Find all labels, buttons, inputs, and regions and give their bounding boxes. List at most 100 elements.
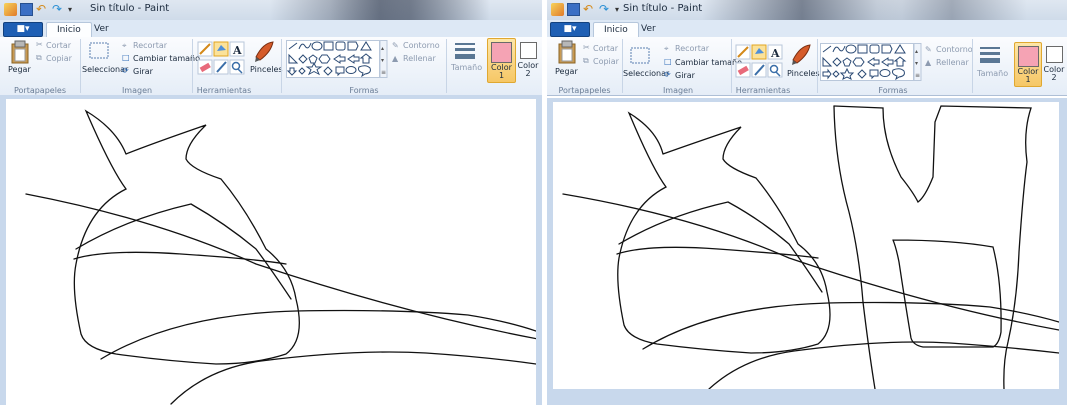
rotate-icon[interactable]: ⟳ [122, 66, 129, 75]
paste-button[interactable]: Pegar [555, 67, 578, 76]
window-title: Sin título - Paint [90, 3, 170, 14]
outline-button[interactable]: Contorno [403, 41, 440, 50]
paste-icon[interactable] [557, 40, 577, 64]
paste-icon[interactable] [10, 40, 30, 64]
color2-swatch [519, 42, 537, 59]
color2-button[interactable]: Color 2 [517, 38, 539, 81]
copy-icon[interactable]: ⧉ [36, 53, 42, 63]
svg-text:≡: ≡ [915, 72, 920, 79]
copy-icon[interactable]: ⧉ [583, 56, 589, 66]
shapes-gallery[interactable]: ▴ ▾ ≡ [286, 40, 388, 78]
color2-button[interactable]: Color 2 [1043, 42, 1065, 85]
group-separator [80, 39, 81, 93]
svg-text:≡: ≡ [381, 69, 386, 76]
tools-grid: A [735, 44, 783, 78]
outline-button[interactable]: Contorno [936, 45, 973, 54]
size-icon[interactable] [454, 41, 476, 61]
rotate-button[interactable]: Girar [675, 71, 695, 80]
canvas-drawing [562, 105, 1059, 389]
size-icon[interactable] [979, 45, 1001, 65]
rotate-button[interactable]: Girar [133, 67, 153, 76]
color2-label: Color 2 [1043, 65, 1065, 82]
group-separator [817, 39, 818, 93]
size-button[interactable]: Tamaño [451, 63, 482, 72]
fill-shape-icon[interactable]: ▲ [925, 58, 931, 67]
group-separator [192, 39, 193, 93]
paste-button[interactable]: Pegar [8, 65, 31, 74]
paint-window-right: ↶ ↷ ▾ Sin título - Paint ■▾ Inicio Ver P… [547, 0, 1067, 405]
brush-icon[interactable] [253, 39, 277, 63]
app-menu-icon[interactable] [551, 3, 564, 16]
svg-text:A: A [770, 47, 780, 60]
paint-window-left: ↶ ↷ ▾ Sin título - Paint ■▾ Inicio Ver P… [0, 0, 542, 405]
cut-button[interactable]: Cortar [46, 41, 71, 50]
select-icon[interactable] [88, 40, 110, 62]
outline-icon[interactable]: ✎ [392, 41, 399, 50]
outline-icon[interactable]: ✎ [925, 45, 932, 54]
fill-shape-button[interactable]: Rellenar [403, 54, 436, 63]
brush-icon[interactable] [790, 42, 814, 66]
title-bar: ↶ ↷ ▾ Sin título - Paint [0, 0, 542, 20]
fill-shape-icon[interactable]: ▲ [392, 54, 398, 63]
canvas-drawing [25, 109, 536, 405]
group-label-imagen: Imagen [121, 86, 153, 95]
ribbon-tabs: ■▾ Inicio Ver [0, 20, 542, 38]
svg-text:▾: ▾ [915, 60, 918, 67]
save-icon[interactable] [567, 3, 580, 16]
resize-icon[interactable]: □ [122, 53, 130, 62]
brushes-button[interactable]: Pinceles [250, 65, 283, 74]
rotate-icon[interactable]: ⟳ [664, 70, 671, 79]
group-separator [972, 39, 973, 93]
redo-icon[interactable]: ↷ [599, 3, 612, 16]
undo-icon[interactable]: ↶ [583, 3, 596, 16]
customize-qa-icon[interactable]: ▾ [68, 3, 81, 16]
size-button[interactable]: Tamaño [977, 69, 1008, 78]
brushes-button[interactable]: Pinceles [787, 69, 820, 78]
redo-icon[interactable]: ↷ [52, 3, 65, 16]
group-separator [281, 39, 282, 93]
resize-icon[interactable]: □ [664, 57, 672, 66]
cut-button[interactable]: Cortar [593, 44, 618, 53]
tab-ver[interactable]: Ver [84, 22, 119, 37]
group-label-formas: Formas [349, 86, 379, 95]
crop-button[interactable]: Recortar [675, 44, 709, 53]
group-label-portapapeles: Portapapeles [558, 86, 611, 95]
color2-swatch [1045, 46, 1063, 63]
fill-shape-button[interactable]: Rellenar [936, 58, 969, 67]
color1-swatch [1017, 46, 1039, 67]
shapes-gallery[interactable]: ▴ ▾ ≡ [820, 43, 922, 81]
canvas-area [0, 95, 542, 405]
select-button[interactable]: Seleccionar [623, 69, 669, 78]
color1-swatch [491, 42, 512, 63]
cut-icon[interactable]: ✂ [583, 43, 590, 52]
canvas-area [547, 98, 1067, 405]
resize-button[interactable]: Cambiar tamaño [133, 54, 200, 63]
group-label-portapapeles: Portapapeles [13, 86, 67, 95]
file-menu-button[interactable]: ■▾ [3, 22, 43, 37]
color2-label: Color 2 [517, 61, 539, 78]
crop-icon[interactable]: ⌖ [122, 41, 127, 51]
quick-access-toolbar: ↶ ↷ ▾ [4, 3, 81, 16]
file-menu-button[interactable]: ■▾ [550, 22, 590, 37]
select-icon[interactable] [629, 45, 651, 67]
tab-ver[interactable]: Ver [631, 22, 666, 37]
app-menu-icon[interactable] [4, 3, 17, 16]
copy-button[interactable]: Copiar [593, 57, 619, 66]
svg-text:▾: ▾ [381, 57, 384, 64]
undo-icon[interactable]: ↶ [36, 3, 49, 16]
color1-label: Color 1 [491, 63, 512, 80]
color1-button[interactable]: Color 1 [487, 38, 516, 83]
save-icon[interactable] [20, 3, 33, 16]
cut-icon[interactable]: ✂ [36, 40, 43, 49]
crop-button[interactable]: Recortar [133, 41, 167, 50]
window-title: Sin título - Paint [623, 3, 703, 14]
copy-button[interactable]: Copiar [46, 54, 72, 63]
crop-icon[interactable]: ⌖ [664, 44, 669, 54]
group-label-herramientas: Herramientas [196, 86, 252, 95]
tools-grid: A [197, 41, 245, 75]
drawing-canvas[interactable] [553, 102, 1059, 389]
drawing-canvas[interactable] [6, 99, 536, 405]
color1-label: Color 1 [1017, 67, 1039, 84]
group-label-formas: Formas [878, 86, 908, 95]
color1-button[interactable]: Color 1 [1014, 42, 1042, 87]
